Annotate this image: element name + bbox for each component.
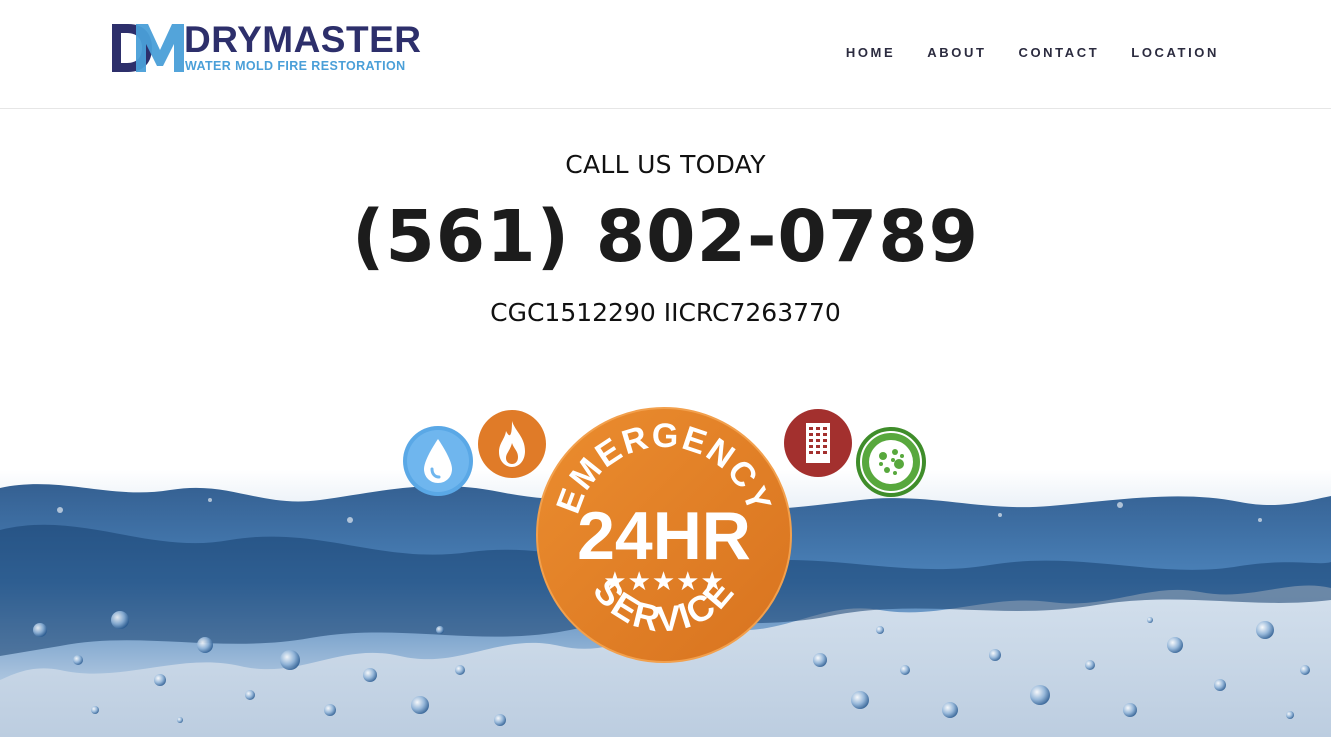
badge-main-text: 24HR [577, 498, 751, 574]
emergency-24hr-badge: EMERGENCY 24HR ★★★★★ SERVICE [536, 407, 792, 663]
hero-section: CALL US TODAY (561) 802-0789 CGC1512290 … [0, 150, 1331, 327]
site-header: DRYMASTER WATER MOLD FIRE RESTORATION HO… [0, 0, 1331, 109]
brand-name: DRYMASTER [184, 19, 422, 60]
water-drop-icon [403, 426, 473, 496]
license-numbers: CGC1512290 IICRC7263770 [490, 298, 841, 327]
nav-location[interactable]: LOCATION [1131, 45, 1219, 60]
call-us-label: CALL US TODAY [565, 150, 766, 179]
nav-contact[interactable]: CONTACT [1018, 45, 1099, 60]
building-icon [784, 409, 852, 477]
dm-logo-mark-icon [112, 24, 184, 72]
site-logo[interactable]: DRYMASTER WATER MOLD FIRE RESTORATION [112, 19, 432, 76]
nav-home[interactable]: HOME [846, 45, 895, 60]
nav-about[interactable]: ABOUT [927, 45, 986, 60]
phone-number[interactable]: (561) 802-0789 [0, 196, 1331, 278]
brand-tagline: WATER MOLD FIRE RESTORATION [185, 59, 406, 73]
main-nav: HOME ABOUT CONTACT LOCATION [814, 45, 1219, 60]
mold-icon [856, 427, 926, 497]
